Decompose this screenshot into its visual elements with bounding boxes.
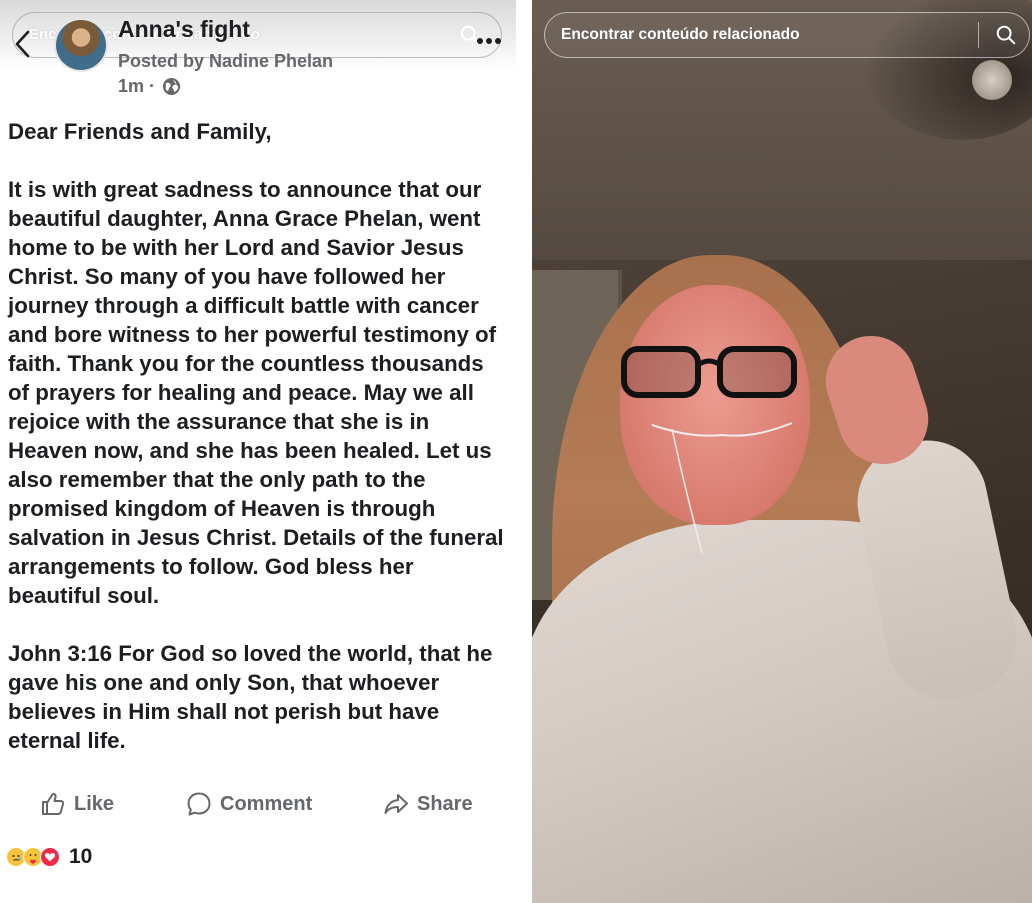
globe-icon (162, 77, 181, 96)
post-body: Dear Friends and Family, It is with grea… (8, 117, 508, 784)
reaction-summary[interactable]: 10 (6, 843, 92, 871)
comment-label: Comment (220, 792, 313, 815)
post-header: Encontrar conteúdo relacionado Anna's fi… (0, 0, 516, 100)
love-reaction-icon (40, 847, 60, 867)
share-button[interactable]: Share (383, 786, 473, 822)
panel-divider (516, 0, 532, 903)
post-timestamp[interactable]: 1m · (118, 76, 155, 97)
share-arrow-icon (384, 794, 408, 814)
like-label: Like (74, 792, 115, 815)
post-greeting: Dear Friends and Family, (8, 119, 272, 144)
search-divider (978, 22, 979, 48)
reaction-count: 10 (69, 845, 93, 868)
facebook-post-panel: Encontrar conteúdo relacionado Anna's fi… (0, 0, 516, 903)
video-panel[interactable]: Encontrar conteúdo relacionado (532, 0, 1032, 903)
avatar[interactable] (54, 18, 108, 72)
nasal-cannula (651, 422, 793, 554)
glasses (621, 346, 797, 398)
post-actions: Like Comment Share (0, 786, 516, 826)
share-label: Share (417, 792, 473, 815)
back-arrow-icon[interactable] (12, 28, 34, 60)
comment-bubble-icon (187, 792, 211, 816)
post-verse: John 3:16 For God so loved the world, th… (8, 641, 493, 753)
search-placeholder: Encontrar conteúdo relacionado (561, 26, 800, 43)
more-options-icon[interactable] (476, 36, 502, 46)
posted-by-label[interactable]: Posted by Nadine Phelan (118, 51, 333, 72)
page-title[interactable]: Anna's fight (118, 16, 250, 43)
post-paragraph: It is with great sadness to announce tha… (8, 177, 504, 608)
thumbs-up-icon (42, 792, 65, 815)
comment-button[interactable]: Comment (186, 786, 312, 822)
related-content-search[interactable]: Encontrar conteúdo relacionado (544, 12, 1030, 58)
like-button[interactable]: Like (40, 786, 114, 822)
ceiling-fan-hub (972, 60, 1012, 100)
search-icon[interactable] (995, 24, 1017, 46)
